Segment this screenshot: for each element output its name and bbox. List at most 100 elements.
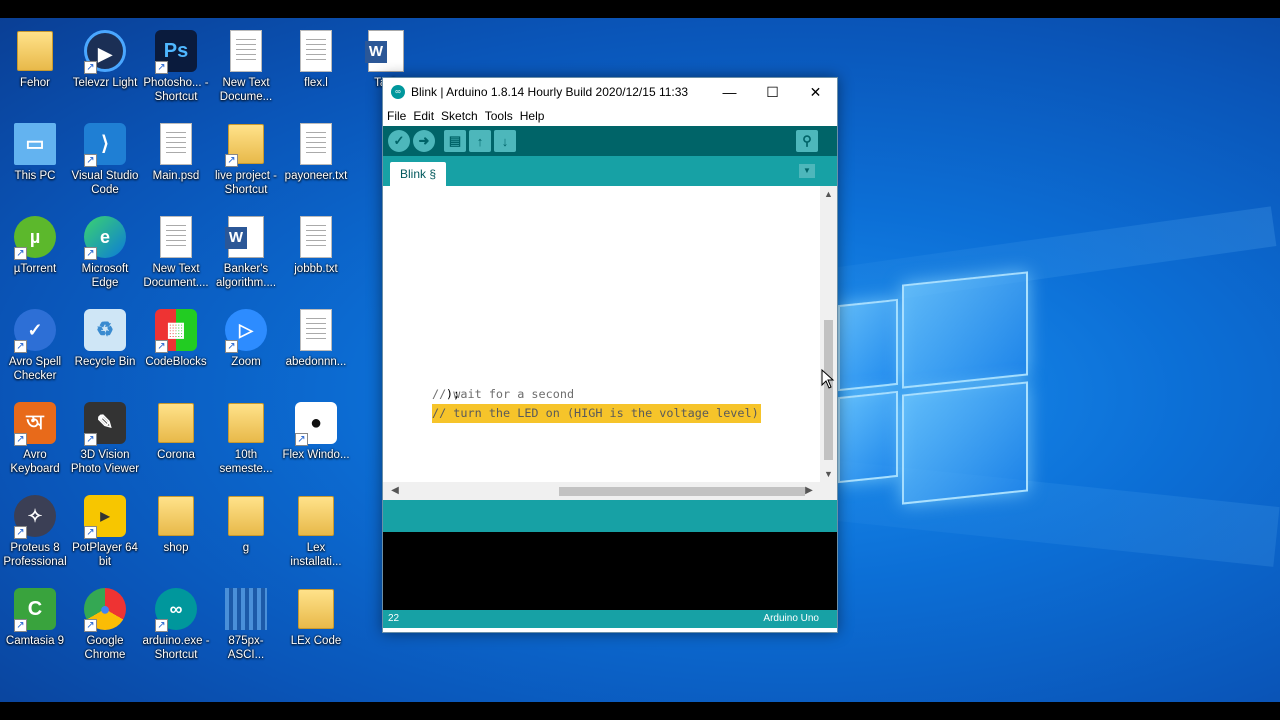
- desktop-icon-proteus[interactable]: ✧ ↗ Proteus 8 Professional: [0, 489, 70, 579]
- desktop-icon-liveproject[interactable]: ↗ live project - Shortcut: [211, 117, 281, 207]
- desktop-icon-label: CodeBlocks: [145, 356, 207, 368]
- open-button[interactable]: ↑: [469, 130, 491, 152]
- shortcut-arrow-icon: ↗: [155, 619, 168, 632]
- verify-button[interactable]: ✓: [388, 130, 410, 152]
- desktop-icon-newtext2[interactable]: New Text Document....: [141, 210, 211, 300]
- close-button[interactable]: ✕: [794, 78, 837, 106]
- code-area[interactable]: ); // turn the LED on (HIGH is the volta…: [383, 186, 821, 482]
- desktop-icon-arduinoexe[interactable]: ∞ ↗ arduino.exe - Shortcut: [141, 582, 211, 672]
- desktop-icon-edge[interactable]: e ↗ Microsoft Edge: [70, 210, 140, 300]
- horizontal-scroll-thumb[interactable]: [559, 487, 805, 496]
- title-bar[interactable]: ∞ Blink | Arduino 1.8.14 Hourly Build 20…: [383, 78, 837, 106]
- vertical-scrollbar[interactable]: ▲ ▼: [820, 186, 837, 482]
- code-line[interactable]: // wait for a second: [432, 385, 574, 404]
- desktop-icon-label: Fehor: [19, 77, 51, 89]
- desktop-icon-label: Camtasia 9: [5, 635, 65, 647]
- desktop-icon-thispc[interactable]: ▭ This PC: [0, 117, 70, 207]
- desktop-icon-label: Corona: [157, 449, 195, 461]
- chevron-down-icon: ▼: [803, 166, 811, 175]
- desktop-icon-label: LEx Code: [290, 635, 342, 647]
- recycle-bin-icon: ♻: [82, 307, 128, 353]
- desktop-icon-flexwindows[interactable]: ● ↗ Flex Windo...: [281, 396, 351, 486]
- scroll-right-icon[interactable]: ▶: [801, 482, 817, 500]
- desktop-icon-flexl[interactable]: flex.l: [281, 24, 351, 114]
- desktop-icon-label: Microsoft Edge: [81, 263, 129, 289]
- desktop-icon-10th[interactable]: 10th semeste...: [211, 396, 281, 486]
- menu-file[interactable]: File: [387, 109, 406, 123]
- arrow-down-icon: ↓: [501, 133, 509, 149]
- save-button[interactable]: ↓: [494, 130, 516, 152]
- scroll-down-icon[interactable]: ▼: [820, 466, 837, 482]
- desktop-icon-bankers[interactable]: W Banker's algorithm....: [211, 210, 281, 300]
- shortcut-arrow-icon: ↗: [14, 526, 27, 539]
- serial-monitor-button[interactable]: ⚲: [796, 130, 818, 152]
- word-document-icon: W: [223, 214, 269, 260]
- desktop-icon-lexinstall[interactable]: Lex installati...: [281, 489, 351, 579]
- codeblocks-icon: ▦ ↗: [153, 307, 199, 353]
- text-document-icon: [293, 214, 339, 260]
- shortcut-arrow-icon: ↗: [155, 61, 168, 74]
- utorrent-icon: µ ↗: [12, 214, 58, 260]
- desktop-icon-televzr[interactable]: ▶ ↗ Televzr Light: [70, 24, 140, 114]
- desktop-icon-newtext1[interactable]: New Text Docume...: [211, 24, 281, 114]
- scroll-left-icon[interactable]: ◀: [387, 482, 403, 500]
- shortcut-arrow-icon: ↗: [84, 247, 97, 260]
- vertical-scroll-thumb[interactable]: [824, 320, 833, 460]
- desktop-icon-label: jobbb.txt: [294, 263, 338, 275]
- desktop-icon-label: Recycle Bin: [74, 356, 136, 368]
- folder-icon: ↗: [223, 121, 269, 167]
- avro-keyboard-icon: অ ↗: [12, 400, 58, 446]
- desktop-icon-photoshop[interactable]: Ps ↗ Photosho... - Shortcut: [141, 24, 211, 114]
- desktop-icon-875px[interactable]: 875px-ASCI...: [211, 582, 281, 672]
- desktop-icon-label: Main.psd: [152, 170, 200, 182]
- highlighted-comment: // turn the LED on (HIGH is the voltage …: [432, 404, 761, 423]
- desktop-icon-jobbb[interactable]: jobbb.txt: [281, 210, 351, 300]
- desktop-icon-utorrent[interactable]: µ ↗ µTorrent: [0, 210, 70, 300]
- desktop-icon-shop[interactable]: shop: [141, 489, 211, 579]
- tab-blink[interactable]: Blink §: [390, 162, 447, 186]
- menu-bar: File Edit Sketch Tools Help: [383, 106, 837, 126]
- menu-sketch[interactable]: Sketch: [441, 109, 478, 123]
- desktop-icon-zoom[interactable]: ▷ ↗ Zoom: [211, 303, 281, 393]
- minimize-button[interactable]: —: [708, 78, 751, 106]
- desktop-icon-label: Lex installati...: [290, 542, 342, 568]
- shortcut-arrow-icon: ↗: [84, 433, 97, 446]
- desktop-icon-label: arduino.exe - Shortcut: [142, 635, 210, 661]
- desktop-icon-potplayer[interactable]: ▶ ↗ PotPlayer 64 bit: [70, 489, 140, 579]
- desktop-icon-recyclebin[interactable]: ♻ Recycle Bin: [70, 303, 140, 393]
- desktop-icon-abedonnn[interactable]: abedonnn...: [281, 303, 351, 393]
- desktop-icon-3dvision[interactable]: ✎ ↗ 3D Vision Photo Viewer: [70, 396, 140, 486]
- horizontal-scrollbar[interactable]: ◀ ▶: [383, 482, 821, 500]
- desktop-icon-fehor[interactable]: Fehor: [0, 24, 70, 114]
- scroll-up-icon[interactable]: ▲: [820, 186, 837, 202]
- desktop-icon-vscode[interactable]: ⟩ ↗ Visual Studio Code: [70, 117, 140, 207]
- desktop-icon-codeblocks[interactable]: ▦ ↗ CodeBlocks: [141, 303, 211, 393]
- desktop-icon-payoneer[interactable]: payoneer.txt: [281, 117, 351, 207]
- desktop-icon-label: µTorrent: [13, 263, 57, 275]
- desktop-icon-camtasia[interactable]: C ↗ Camtasia 9: [0, 582, 70, 672]
- menu-tools[interactable]: Tools: [485, 109, 513, 123]
- desktop-icon-corona[interactable]: Corona: [141, 396, 211, 486]
- upload-button[interactable]: ➜: [413, 130, 435, 152]
- desktop-icon-lexcode[interactable]: LEx Code: [281, 582, 351, 672]
- desktop-icon-avrospell[interactable]: ✓ ↗ Avro Spell Checker: [0, 303, 70, 393]
- code-editor[interactable]: ); // turn the LED on (HIGH is the volta…: [383, 186, 837, 500]
- shortcut-arrow-icon: ↗: [155, 340, 168, 353]
- text-document-icon: [153, 214, 199, 260]
- code-line[interactable]: ); // turn the LED on (HIGH is the volta…: [383, 366, 761, 423]
- desktop-icon-mainpsd[interactable]: Main.psd: [141, 117, 211, 207]
- menu-help[interactable]: Help: [520, 109, 545, 123]
- desktop-icon-chrome[interactable]: ● ↗ Google Chrome: [70, 582, 140, 672]
- new-sketch-button[interactable]: ▤: [444, 130, 466, 152]
- desktop-icon-label: Flex Windo...: [282, 449, 350, 461]
- menu-edit[interactable]: Edit: [413, 109, 434, 123]
- arduino-ide-window[interactable]: ∞ Blink | Arduino 1.8.14 Hourly Build 20…: [382, 77, 838, 633]
- shortcut-arrow-icon: ↗: [14, 433, 27, 446]
- console-output[interactable]: [383, 532, 837, 610]
- maximize-button[interactable]: ☐: [751, 78, 794, 106]
- text-document-icon: [293, 121, 339, 167]
- desktop-icon-g[interactable]: g: [211, 489, 281, 579]
- tab-menu-button[interactable]: ▼: [799, 164, 815, 178]
- desktop-icon-avrokeyboard[interactable]: অ ↗ Avro Keyboard: [0, 396, 70, 486]
- shortcut-arrow-icon: ↗: [84, 61, 97, 74]
